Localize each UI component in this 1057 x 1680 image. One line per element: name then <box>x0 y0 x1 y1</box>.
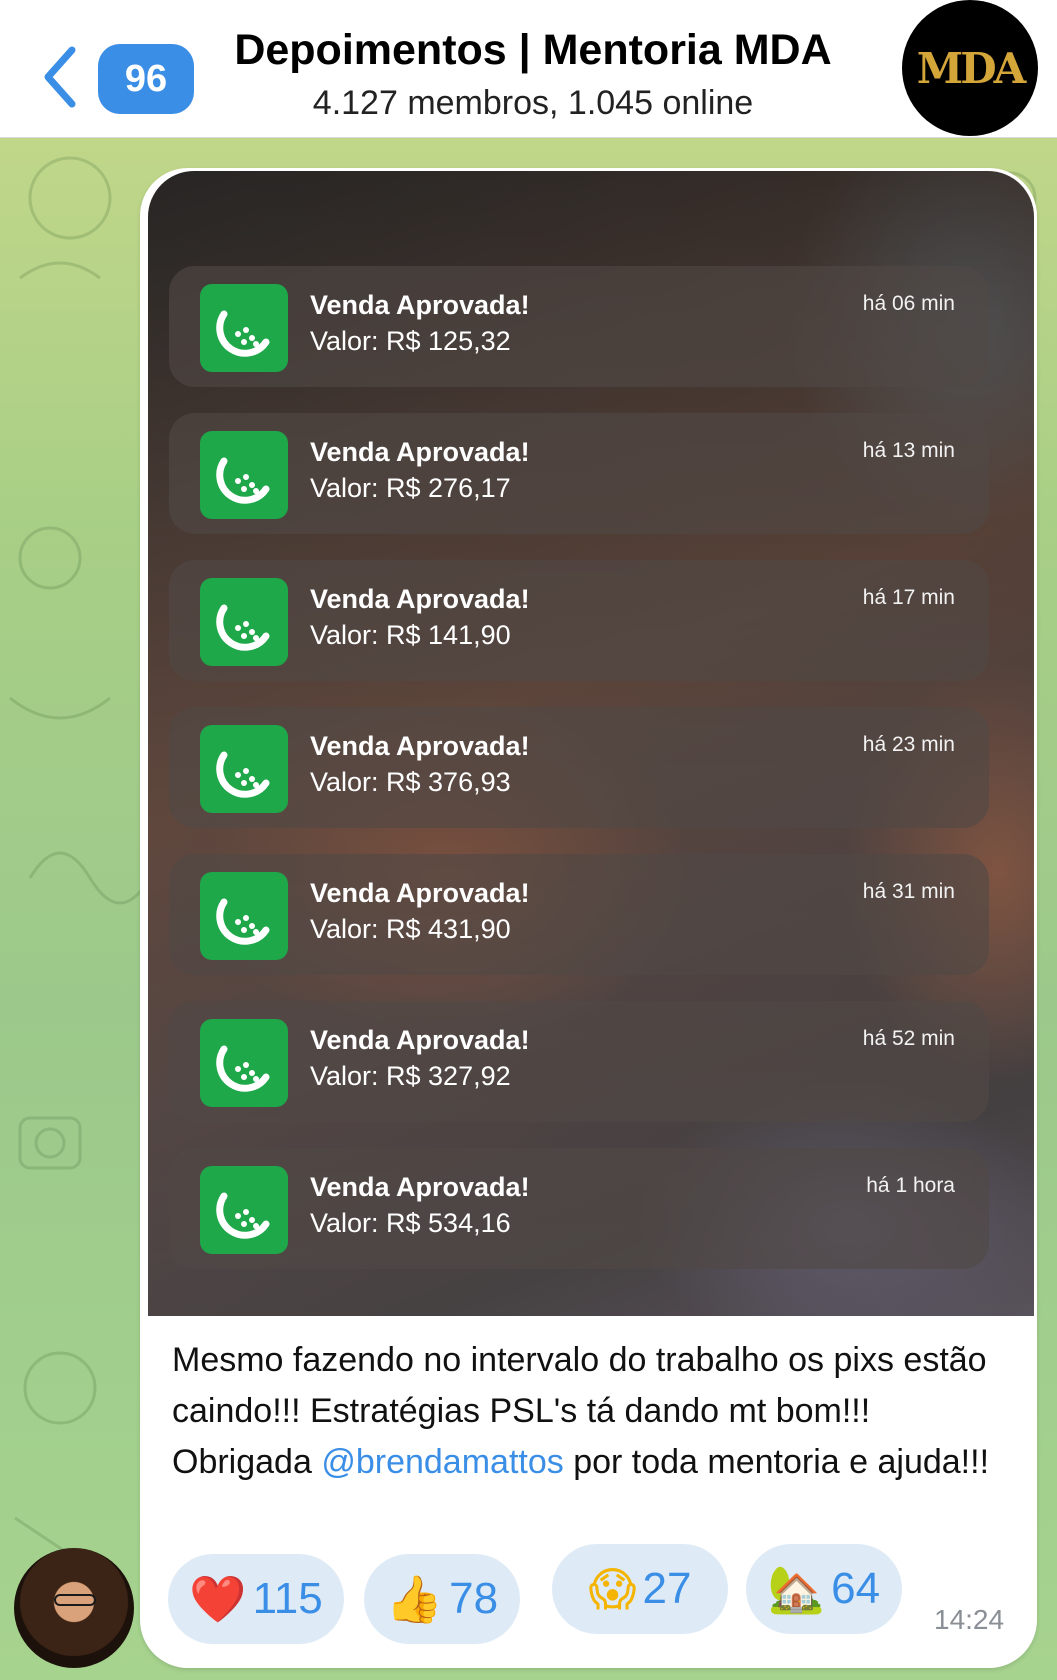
notification-time: há 17 min <box>862 586 955 609</box>
avatar-glasses <box>54 1594 96 1606</box>
message-caption: Mesmo fazendo no intervalo do trabalho o… <box>172 1335 1012 1488</box>
notification-value: Valor: R$ 534,16 <box>310 1208 511 1238</box>
notification-time: há 1 hora <box>866 1174 955 1197</box>
notification-time: há 31 min <box>862 880 955 903</box>
notification-title: Venda Aprovada! <box>310 1172 530 1202</box>
payment-app-icon <box>200 1019 288 1107</box>
notification-value: Valor: R$ 125,32 <box>310 326 511 356</box>
reaction-count: 78 <box>449 1574 499 1623</box>
notification-value: Valor: R$ 276,17 <box>310 473 511 503</box>
notification-title: Venda Aprovada! <box>310 731 530 761</box>
chat-member-status: 4.127 membros, 1.045 online <box>312 84 754 122</box>
payment-app-icon <box>200 1166 288 1254</box>
notification-value: Valor: R$ 376,93 <box>310 767 511 797</box>
chat-title[interactable]: Depoimentos | Mentoria MDA <box>200 26 866 75</box>
sale-notification: Venda Aprovada! Valor: R$ 431,90 há 31 min <box>169 854 989 975</box>
notification-time: há 13 min <box>862 439 955 462</box>
sale-notification: Venda Aprovada! Valor: R$ 534,16 há 1 hora <box>169 1148 989 1269</box>
notification-value: Valor: R$ 327,92 <box>310 1061 511 1091</box>
message-photo[interactable]: Venda Aprovada! Valor: R$ 125,32 há 06 min… <box>148 171 1034 1316</box>
notification-time: há 06 min <box>862 292 955 315</box>
notification-title: Venda Aprovada! <box>310 290 530 320</box>
notification-title: Venda Aprovada! <box>310 584 530 614</box>
reaction-count: 115 <box>252 1574 323 1623</box>
channel-avatar[interactable]: MDA <box>902 0 1038 136</box>
sender-avatar[interactable] <box>14 1548 134 1668</box>
unread-count-badge[interactable]: 96 <box>98 44 194 114</box>
mda-logo: MDA <box>916 43 1026 93</box>
sale-notification: Venda Aprovada! Valor: R$ 376,93 há 23 min <box>169 707 989 828</box>
notification-title: Venda Aprovada! <box>310 1025 530 1055</box>
notification-time: há 52 min <box>862 1027 955 1050</box>
reaction-thumbs-up[interactable]: 👍 78 <box>364 1554 520 1644</box>
payment-app-icon <box>200 725 288 813</box>
notification-title: Venda Aprovada! <box>310 437 530 467</box>
caption-text-end: por toda mentoria e ajuda!!! <box>563 1443 990 1481</box>
house-icon: 🏡 <box>767 1562 826 1616</box>
sale-notification: Venda Aprovada! Valor: R$ 141,90 há 17 min <box>169 560 989 681</box>
payment-app-icon <box>200 578 288 666</box>
heart-icon: ❤️ <box>189 1572 247 1626</box>
reaction-count: 64 <box>831 1564 881 1613</box>
sale-notification: Venda Aprovada! Valor: R$ 125,32 há 06 min <box>169 266 989 387</box>
sale-notification: Venda Aprovada! Valor: R$ 327,92 há 52 min <box>169 1001 989 1122</box>
chat-header: 96 Depoimentos | Mentoria MDA 4.127 memb… <box>0 0 1057 138</box>
notification-value: Valor: R$ 141,90 <box>310 620 511 650</box>
back-arrow-icon[interactable] <box>38 44 82 110</box>
payment-app-icon <box>200 872 288 960</box>
reaction-heart[interactable]: ❤️ 115 <box>168 1554 344 1644</box>
notification-value: Valor: R$ 431,90 <box>310 914 511 944</box>
sale-notification: Venda Aprovada! Valor: R$ 276,17 há 13 min <box>169 413 989 534</box>
message-time: 14:24 <box>934 1604 1005 1635</box>
screaming-face-icon: 😱 <box>588 1562 637 1616</box>
thumbs-up-icon: 👍 <box>385 1572 444 1626</box>
payment-app-icon <box>200 284 288 372</box>
mention-link[interactable]: @brendamattos <box>321 1443 563 1481</box>
reaction-count: 27 <box>642 1564 692 1613</box>
reaction-scream[interactable]: 😱 27 <box>552 1544 728 1634</box>
notification-title: Venda Aprovada! <box>310 878 530 908</box>
notification-time: há 23 min <box>862 733 955 756</box>
reaction-house[interactable]: 🏡 64 <box>746 1544 902 1634</box>
payment-app-icon <box>200 431 288 519</box>
